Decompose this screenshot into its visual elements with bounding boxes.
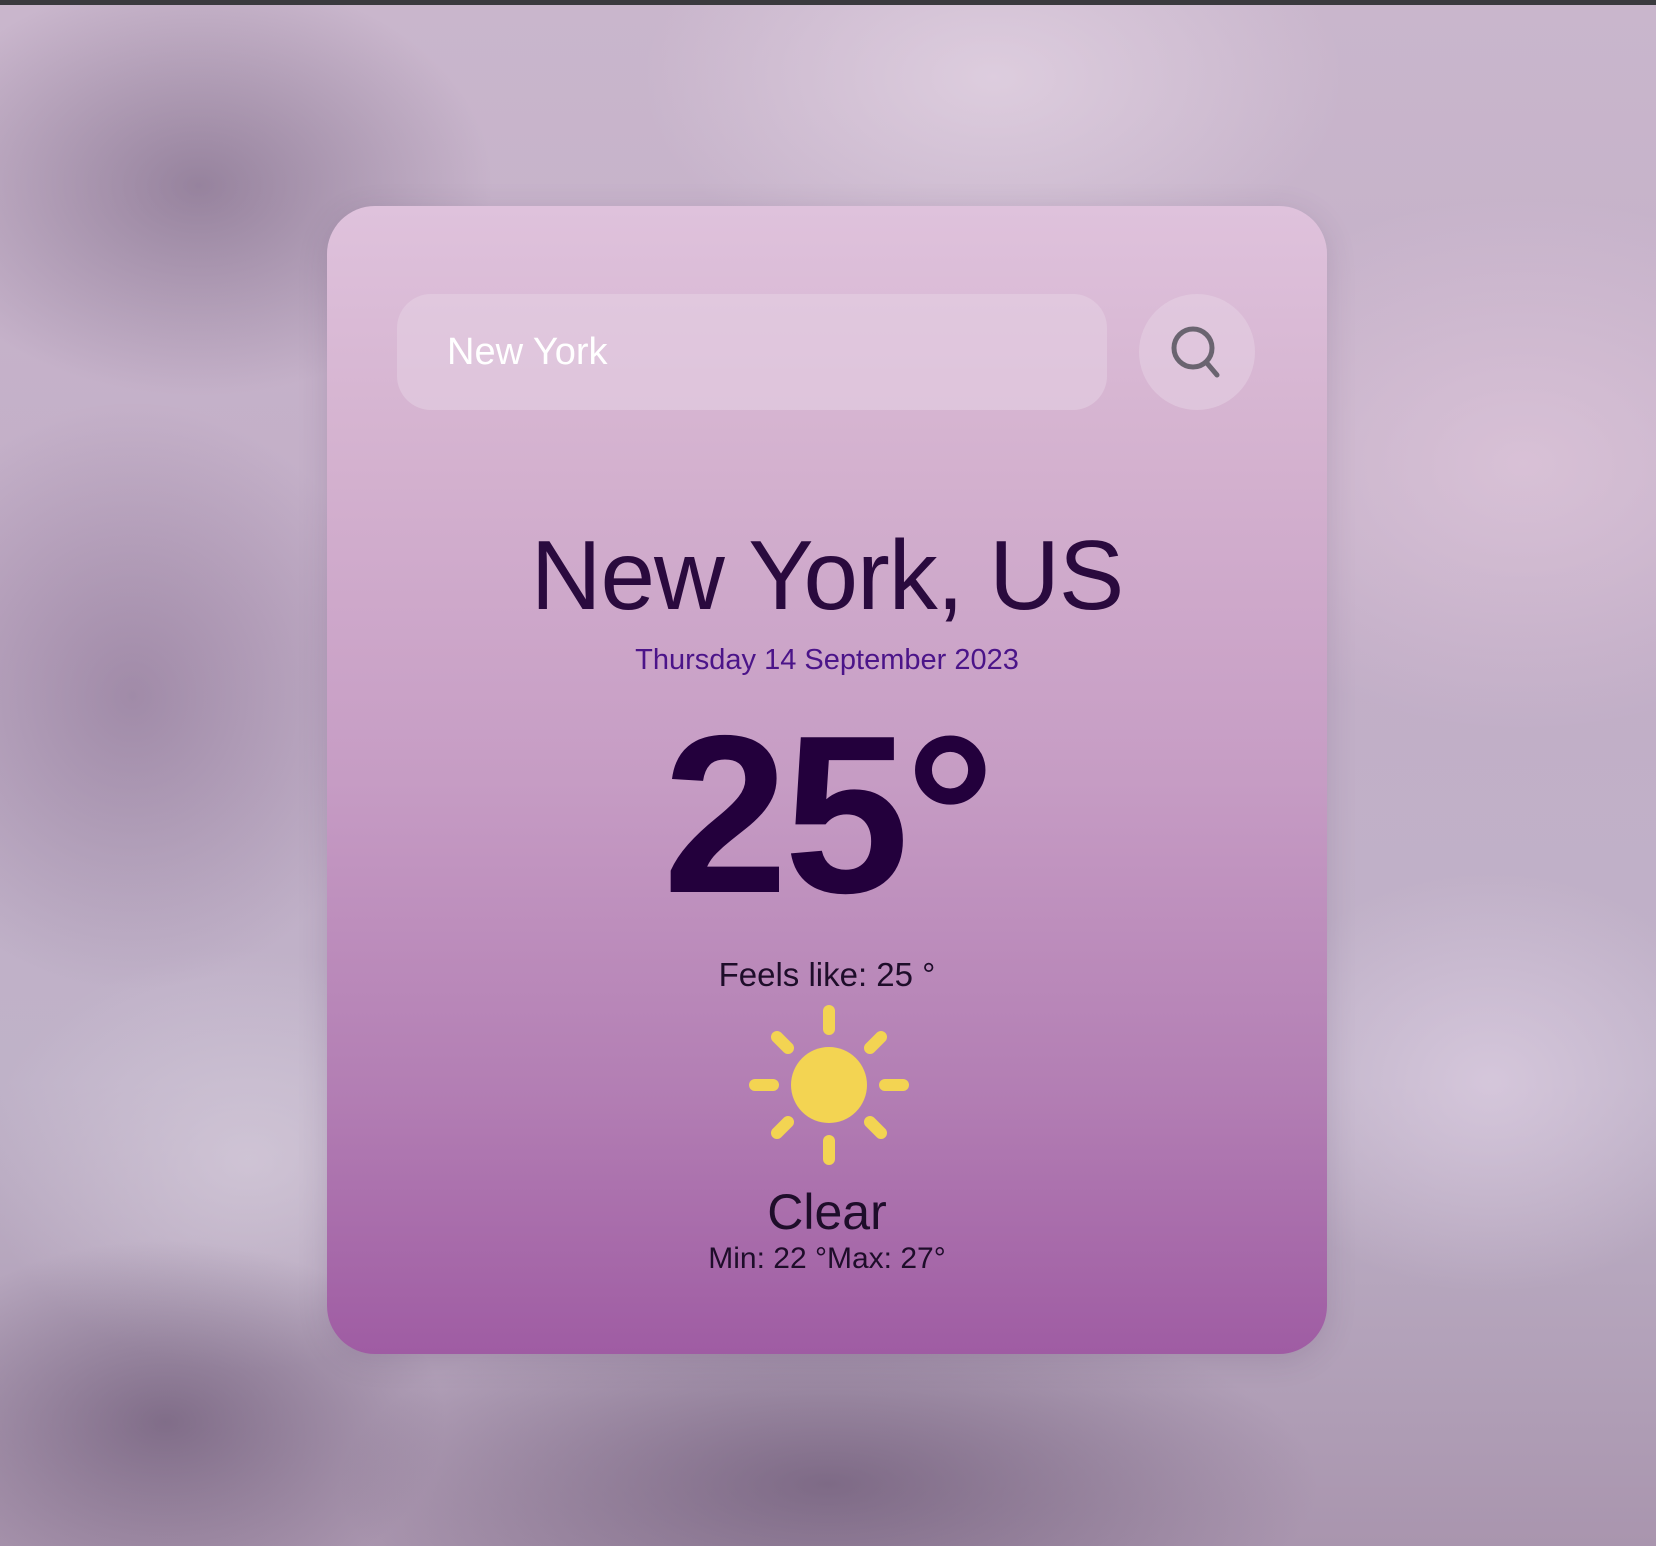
feels-like-temperature: Feels like: 25 ° bbox=[718, 956, 936, 993]
sun-icon bbox=[747, 1003, 911, 1167]
min-max-temperature: Min: 22 °Max: 27° bbox=[708, 1242, 946, 1275]
city-search-input[interactable] bbox=[397, 294, 1107, 410]
weather-card: New York, US Thursday 14 September 2023 … bbox=[327, 206, 1327, 1354]
search-button[interactable] bbox=[1139, 294, 1255, 410]
window-top-edge bbox=[0, 0, 1656, 5]
current-temperature: 25° bbox=[662, 688, 995, 940]
current-date: Thursday 14 September 2023 bbox=[635, 644, 1019, 676]
location-title: New York, US bbox=[530, 520, 1125, 630]
weather-condition: Clear bbox=[767, 1184, 887, 1240]
search-icon bbox=[1171, 326, 1220, 378]
